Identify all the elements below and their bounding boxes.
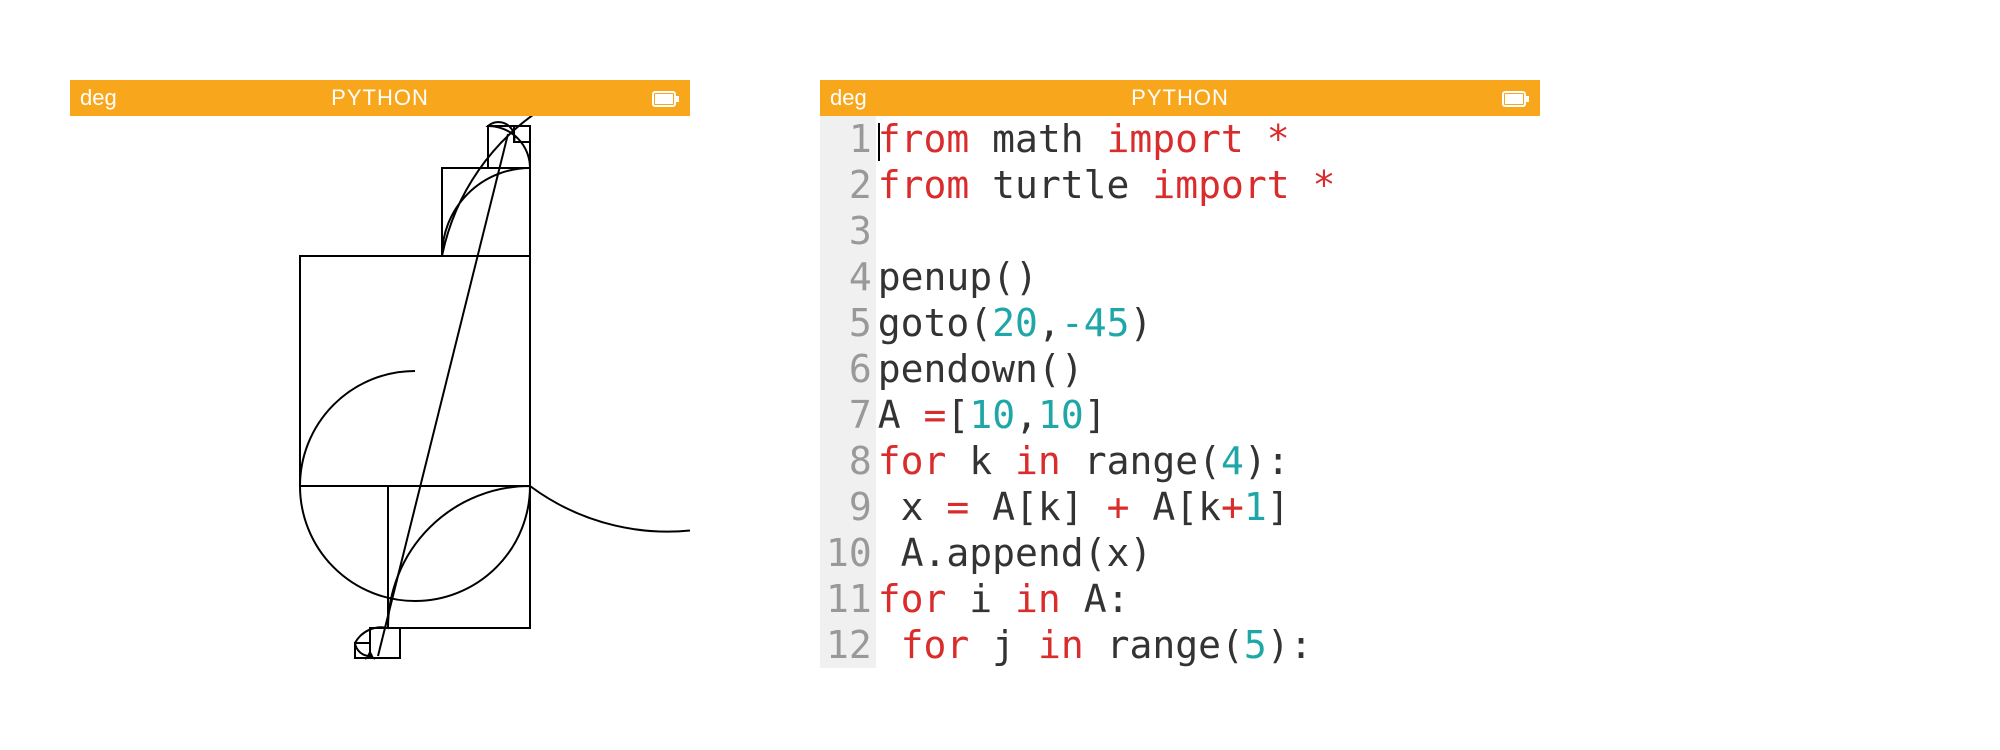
calculator-screen-editor: deg PYTHON 123456789101112 from math imp… <box>820 80 1540 680</box>
code-token: 1 <box>1244 485 1267 529</box>
code-token: in <box>1015 439 1084 483</box>
battery-full-icon <box>1502 88 1530 114</box>
code-token: from <box>878 163 992 207</box>
code-token: pendown() <box>878 347 1084 391</box>
code-line[interactable]: from turtle import * <box>878 162 1336 208</box>
line-number: 3 <box>826 208 872 254</box>
code-token: ] <box>1084 393 1107 437</box>
code-token: * <box>1267 117 1290 161</box>
code-token: k <box>969 439 1015 483</box>
code-token: A.append(x) <box>878 531 1153 575</box>
code-line[interactable]: for k in range(4): <box>878 438 1336 484</box>
code-token: + <box>1221 485 1244 529</box>
code-token: range( <box>1084 439 1221 483</box>
code-line[interactable]: goto(20,-45) <box>878 300 1336 346</box>
app-title: PYTHON <box>820 85 1540 111</box>
code-line[interactable]: for i in A: <box>878 576 1336 622</box>
code-line[interactable]: penup() <box>878 254 1336 300</box>
code-line[interactable]: pendown() <box>878 346 1336 392</box>
app-title: PYTHON <box>70 85 690 111</box>
line-number: 10 <box>826 530 872 576</box>
code-token: ): <box>1244 439 1290 483</box>
code-token <box>878 623 901 667</box>
line-number: 4 <box>826 254 872 300</box>
titlebar-left: deg PYTHON <box>70 80 690 116</box>
code-content[interactable]: from math import *from turtle import *pe… <box>876 116 1336 668</box>
calculator-screen-output: deg PYTHON <box>70 80 690 680</box>
code-line[interactable]: x = A[k] + A[k+1] <box>878 484 1336 530</box>
code-token: for <box>901 623 993 667</box>
code-token: goto( <box>878 301 992 345</box>
code-token: A: <box>1084 577 1130 621</box>
code-token: for <box>878 439 970 483</box>
line-number-gutter: 123456789101112 <box>820 116 876 668</box>
code-token: x <box>878 485 947 529</box>
code-line[interactable]: A.append(x) <box>878 530 1336 576</box>
code-token: in <box>1038 623 1107 667</box>
code-token: ) <box>1129 301 1152 345</box>
code-token: 10 <box>969 393 1015 437</box>
line-number: 2 <box>826 162 872 208</box>
code-token: import <box>1152 163 1312 207</box>
code-line[interactable]: A =[10,10] <box>878 392 1336 438</box>
code-token: = <box>924 393 947 437</box>
code-line[interactable]: for j in range(5): <box>878 622 1336 668</box>
line-number: 12 <box>826 622 872 668</box>
code-token: 10 <box>1038 393 1084 437</box>
line-number: 11 <box>826 576 872 622</box>
code-token: in <box>1015 577 1084 621</box>
battery-full-icon <box>652 88 680 114</box>
code-token: 4 <box>1221 439 1244 483</box>
code-token: math <box>992 117 1106 161</box>
titlebar-right: deg PYTHON <box>820 80 1540 116</box>
line-number: 9 <box>826 484 872 530</box>
code-token: import <box>1107 117 1267 161</box>
code-token: for <box>878 577 970 621</box>
code-token: ): <box>1267 623 1313 667</box>
code-token: * <box>1312 163 1335 207</box>
line-number: 8 <box>826 438 872 484</box>
code-token: + <box>1107 485 1153 529</box>
code-token: from <box>878 117 992 161</box>
turtle-drawing <box>70 116 690 680</box>
line-number: 1 <box>826 116 872 162</box>
code-token: i <box>969 577 1015 621</box>
code-token: j <box>992 623 1038 667</box>
code-editor[interactable]: 123456789101112 from math import *from t… <box>820 116 1540 668</box>
code-token: range( <box>1107 623 1244 667</box>
code-token: A[k <box>1152 485 1221 529</box>
line-number: 5 <box>826 300 872 346</box>
code-token: A <box>878 393 924 437</box>
code-token: -45 <box>1061 301 1130 345</box>
turtle-canvas <box>70 116 690 680</box>
code-token: A[k] <box>992 485 1106 529</box>
line-number: 6 <box>826 346 872 392</box>
code-token: 20 <box>992 301 1038 345</box>
code-token: 5 <box>1244 623 1267 667</box>
code-line[interactable]: from math import * <box>878 116 1336 162</box>
code-token: , <box>1038 301 1061 345</box>
code-token: = <box>946 485 992 529</box>
code-token: [ <box>946 393 969 437</box>
line-number: 7 <box>826 392 872 438</box>
code-token: ] <box>1267 485 1290 529</box>
code-token: turtle <box>992 163 1152 207</box>
code-token: penup() <box>878 255 1038 299</box>
code-token: , <box>1015 393 1038 437</box>
code-line[interactable] <box>878 208 1336 254</box>
